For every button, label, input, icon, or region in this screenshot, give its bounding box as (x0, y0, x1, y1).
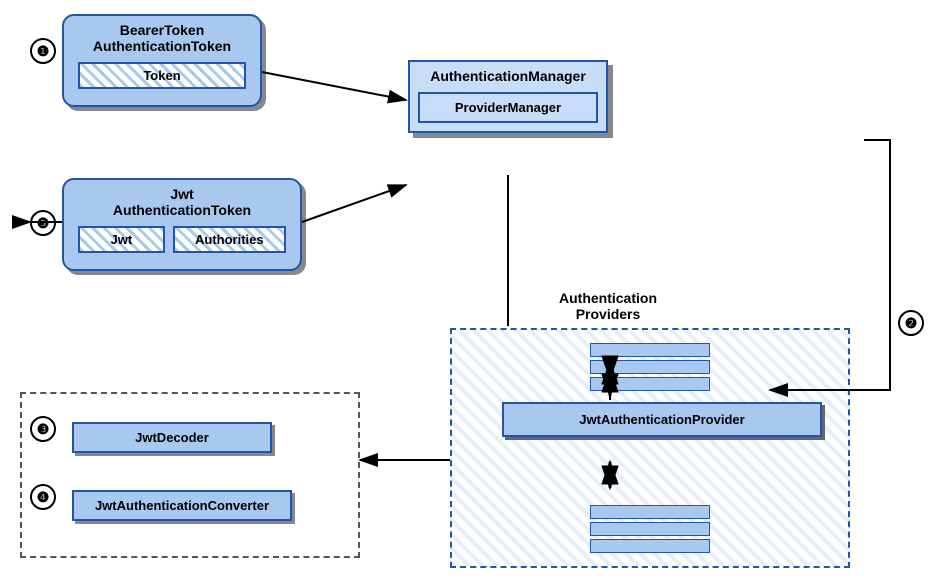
auth-providers-container: JwtAuthenticationProvider (450, 328, 850, 568)
diagram-container: BearerToken AuthenticationToken Token Jw… (0, 0, 932, 584)
auth-providers-label: Authentication Providers (548, 290, 668, 322)
auth-manager-box: AuthenticationManager ProviderManager (408, 60, 608, 133)
bar-top-1 (590, 343, 710, 357)
jwt-decoder-box: JwtDecoder (72, 422, 272, 453)
bar-bot-3 (590, 539, 710, 553)
step-3: ❸ (30, 416, 56, 442)
step-1: ❶ (30, 38, 56, 64)
bar-top-2 (590, 360, 710, 374)
bar-bot-2 (590, 522, 710, 536)
step-5: ❺ (30, 210, 56, 236)
arrow-bearer-to-auth (262, 72, 406, 100)
bearer-token-box: BearerToken AuthenticationToken Token (62, 14, 262, 107)
step-2: ❷ (898, 310, 924, 336)
bearer-token-title: BearerToken AuthenticationToken (64, 16, 260, 56)
arrow-jwt-to-auth (302, 185, 406, 222)
components-dashed-box: JwtDecoder JwtAuthenticationConverter (20, 392, 360, 558)
bar-top-3 (590, 377, 710, 391)
jwt-auth-token-box: Jwt AuthenticationToken Jwt Authorities (62, 178, 302, 271)
jwt-converter-box: JwtAuthenticationConverter (72, 490, 292, 521)
jwt-provider-box: JwtAuthenticationProvider (502, 402, 822, 437)
bar-bot-1 (590, 505, 710, 519)
step-4: ❹ (30, 484, 56, 510)
token-inner-box: Token (78, 62, 246, 89)
auth-manager-title: AuthenticationManager (410, 62, 606, 88)
provider-manager-box: ProviderManager (418, 92, 598, 123)
authorities-inner-box: Authorities (173, 226, 286, 253)
jwt-inner-box: Jwt (78, 226, 165, 253)
jwt-auth-token-title: Jwt AuthenticationToken (64, 180, 300, 220)
